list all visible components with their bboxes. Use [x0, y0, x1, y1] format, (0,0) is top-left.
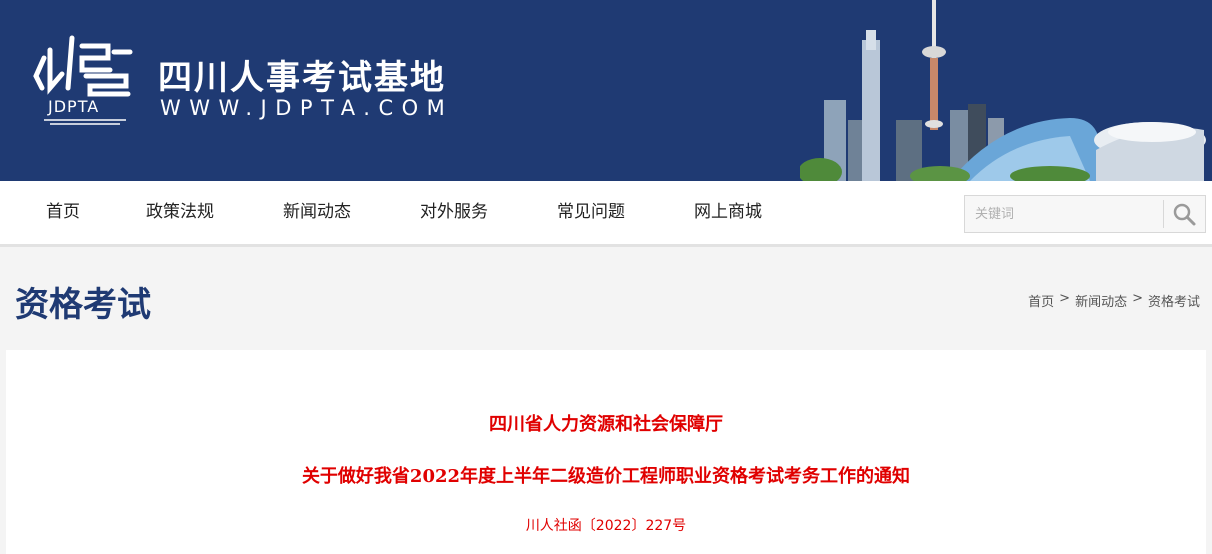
issuing-organization: 四川省人力资源和社会保障厅 — [489, 414, 723, 435]
document-number: 川人社函〔2022〕227号 — [525, 518, 687, 534]
site-url: WWW.JDPTA.COM — [160, 96, 454, 120]
nav-item-policy[interactable]: 政策法规 — [146, 181, 214, 244]
breadcrumb-news[interactable]: 新闻动态 — [1075, 291, 1127, 310]
nav-item-news[interactable]: 新闻动态 — [283, 181, 351, 244]
nav-item-services[interactable]: 对外服务 — [420, 181, 488, 244]
svg-text:JDPTA: JDPTA — [47, 97, 99, 116]
article-content: 四川省人力资源和社会保障厅 关于做好我省2022年度上半年二级造价工程师职业资格… — [6, 350, 1206, 554]
city-skyline-illustration — [800, 0, 1206, 181]
breadcrumb-separator: > — [1132, 291, 1143, 306]
jdpta-logo[interactable]: JDPTA — [30, 28, 142, 128]
breadcrumb: 首页 > 新闻动态 > 资格考试 — [1028, 291, 1200, 310]
page-title-bar: 资格考试 首页 > 新闻动态 > 资格考试 — [0, 247, 1212, 350]
nav-item-home[interactable]: 首页 — [46, 181, 80, 244]
nav-item-faq[interactable]: 常见问题 — [557, 181, 625, 244]
site-header: JDPTA 四川人事考试基地 WWW.JDPTA.COM — [0, 0, 1212, 181]
article-headline: 关于做好我省2022年度上半年二级造价工程师职业资格考试考务工作的通知 — [301, 466, 911, 487]
page-title: 资格考试 — [15, 285, 151, 325]
main-nav: 首页 政策法规 新闻动态 对外服务 常见问题 网上商城 — [0, 181, 1212, 247]
breadcrumb-home[interactable]: 首页 — [1028, 291, 1054, 310]
site-title: 四川人事考试基地 — [158, 58, 446, 98]
breadcrumb-current[interactable]: 资格考试 — [1148, 291, 1200, 310]
nav-item-shop[interactable]: 网上商城 — [694, 181, 762, 244]
search-button[interactable] — [1163, 200, 1205, 228]
breadcrumb-separator: > — [1059, 291, 1071, 306]
search-input[interactable] — [965, 196, 1163, 232]
search-icon — [1173, 203, 1196, 226]
search-box — [964, 195, 1206, 233]
